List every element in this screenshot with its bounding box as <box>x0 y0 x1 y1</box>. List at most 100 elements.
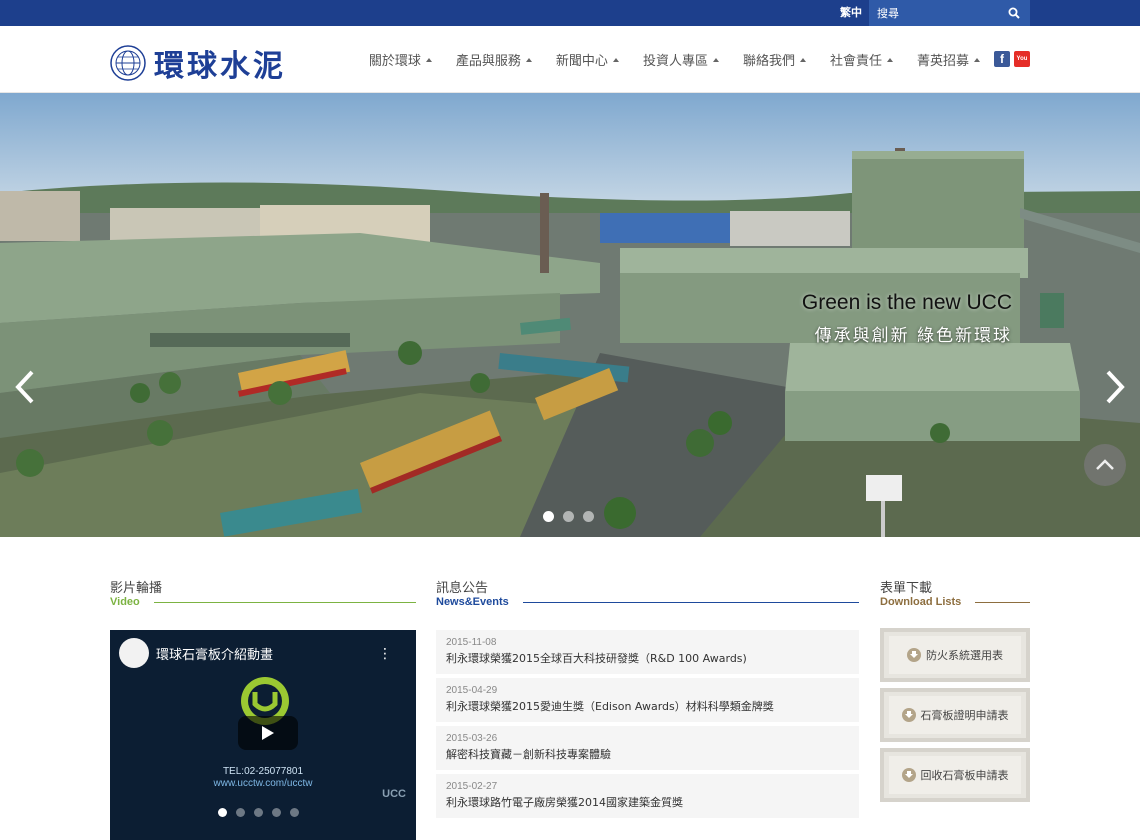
main-nav: 關於環球 產品與服務 新聞中心 投資人專區 聯絡我們 社會責任 菁英招募 <box>345 26 980 93</box>
download-label: 回收石膏板申請表 <box>920 769 1009 782</box>
chevron-up-icon <box>1096 459 1114 470</box>
news-date: 2015-02-27 <box>446 781 498 792</box>
caret-up-icon <box>612 57 619 62</box>
video-dot[interactable] <box>218 808 227 817</box>
search-box <box>869 0 1030 26</box>
hero-caption: Green is the new UCC 傳承與創新 綠色新環球 <box>802 291 1012 346</box>
site-logo[interactable]: 環球水泥 <box>110 41 286 85</box>
nav-label: 新聞中心 <box>555 54 608 69</box>
news-date: 2015-11-08 <box>446 637 497 648</box>
news-title[interactable]: 利永環球榮獲2015全球百大科技研發獎（R&D 100 Awards) <box>446 650 849 666</box>
caret-up-icon <box>525 57 532 62</box>
news-list: 2015-11-08 利永環球榮獲2015全球百大科技研發獎（R&D 100 A… <box>436 630 859 818</box>
divider <box>975 602 1030 603</box>
more-options-icon[interactable]: ⋮ <box>378 646 392 662</box>
video-url: www.ucctw.com/ucctw <box>213 778 313 789</box>
download-button[interactable]: 防火系統選用表 <box>889 636 1021 674</box>
news-title[interactable]: 解密科技寶藏－創新科技專案體驗 <box>446 746 849 762</box>
news-section: 訊息公告 News&Events 2015-11-08 利永環球榮獲2015全球… <box>436 577 859 822</box>
carousel-dot[interactable] <box>543 511 554 522</box>
hero-caption-english: Green is the new UCC <box>801 291 1012 314</box>
carousel-indicators <box>543 511 603 522</box>
logo-text: 環球水泥 <box>154 49 286 84</box>
carousel-prev-arrow-icon[interactable] <box>14 369 36 409</box>
downloads-section: 表單下載 Download Lists 防火系統選用表 石膏板證明申請表 回收石… <box>880 577 1030 808</box>
download-button[interactable]: 回收石膏板申請表 <box>889 756 1021 794</box>
news-item[interactable]: 2015-11-08 利永環球榮獲2015全球百大科技研發獎（R&D 100 A… <box>436 630 859 674</box>
nav-item-news[interactable]: 新聞中心 <box>556 50 619 69</box>
video-dot[interactable] <box>236 808 245 817</box>
caret-up-icon <box>712 57 719 62</box>
video-section: 影片輪播 Video 環球石膏板介紹動畫 ⋮ TEL:02-25077801 w… <box>110 577 416 840</box>
nav-label: 投資人專區 <box>642 54 708 69</box>
caret-up-icon <box>974 57 980 62</box>
nav-item-careers[interactable]: 菁英招募 <box>917 50 980 69</box>
news-title[interactable]: 利永環球路竹電子廠房榮獲2014國家建築金質獎 <box>446 794 849 810</box>
nav-label: 社會責任 <box>829 54 882 69</box>
nav-label: 關於環球 <box>368 54 421 69</box>
news-date: 2015-03-26 <box>446 733 498 744</box>
divider <box>522 602 859 603</box>
top-bar: 繁中 <box>0 0 1140 26</box>
video-title: 環球石膏板介紹動畫 <box>156 648 274 663</box>
video-section-header: Video <box>110 596 416 608</box>
search-icon[interactable] <box>999 0 1029 26</box>
download-item-gypsum-certificate[interactable]: 石膏板證明申請表 <box>880 688 1030 742</box>
download-button[interactable]: 石膏板證明申請表 <box>889 696 1021 734</box>
download-label: 防火系統選用表 <box>926 649 1003 662</box>
play-icon <box>262 726 274 740</box>
scroll-to-top-button[interactable] <box>1084 444 1126 486</box>
downloads-section-title: 表單下載 <box>880 581 933 596</box>
search-input[interactable] <box>869 0 999 26</box>
downloads-section-header: Download Lists <box>880 596 1030 608</box>
language-switch[interactable]: 繁中 <box>836 0 866 26</box>
play-button[interactable] <box>238 716 298 750</box>
nav-item-products[interactable]: 產品與服務 <box>456 50 532 69</box>
carousel-dot[interactable] <box>563 511 574 522</box>
caret-up-icon <box>886 57 893 62</box>
news-section-header: News&Events <box>436 596 859 608</box>
caret-up-icon <box>425 57 432 62</box>
facebook-icon[interactable]: f <box>994 51 1010 67</box>
download-label: 石膏板證明申請表 <box>920 709 1009 722</box>
downloads-section-subtitle: Download Lists <box>880 596 962 608</box>
download-list: 防火系統選用表 石膏板證明申請表 回收石膏板申請表 <box>880 628 1030 802</box>
carousel-dot[interactable] <box>583 511 594 522</box>
nav-label: 產品與服務 <box>455 54 521 69</box>
download-icon <box>901 768 916 782</box>
download-item-fire-system[interactable]: 防火系統選用表 <box>880 628 1030 682</box>
carousel-next-arrow-icon[interactable] <box>1104 369 1126 409</box>
ucc-watermark: UCC <box>382 788 406 800</box>
nav-item-investors[interactable]: 投資人專區 <box>643 50 719 69</box>
news-title[interactable]: 利永環球榮獲2015愛迪生獎（Edison Awards）材料科學類金牌獎 <box>446 698 849 714</box>
nav-item-csr[interactable]: 社會責任 <box>830 50 893 69</box>
news-section-title: 訊息公告 <box>436 581 489 596</box>
hero-caption-chinese: 傳承與創新 綠色新環球 <box>814 326 1012 346</box>
news-item[interactable]: 2015-03-26 解密科技寶藏－創新科技專案體驗 <box>436 726 859 770</box>
news-item[interactable]: 2015-04-29 利永環球榮獲2015愛迪生獎（Edison Awards）… <box>436 678 859 722</box>
video-player[interactable]: 環球石膏板介紹動畫 ⋮ TEL:02-25077801 www.ucctw.co… <box>110 630 416 840</box>
company-emblem-icon <box>110 45 146 81</box>
download-icon <box>901 708 916 722</box>
video-dot[interactable] <box>272 808 281 817</box>
news-section-subtitle: News&Events <box>436 596 509 608</box>
video-tel: TEL:02-25077801 <box>222 766 304 777</box>
video-section-subtitle: Video <box>110 596 140 608</box>
youtube-icon[interactable]: You <box>1014 51 1030 67</box>
download-item-gypsum-recycling[interactable]: 回收石膏板申請表 <box>880 748 1030 802</box>
home-content: 影片輪播 Video 環球石膏板介紹動畫 ⋮ TEL:02-25077801 w… <box>0 537 1140 840</box>
video-section-title: 影片輪播 <box>110 581 163 596</box>
video-dot[interactable] <box>254 808 263 817</box>
video-dots <box>218 808 299 817</box>
download-icon <box>907 648 921 662</box>
nav-label: 菁英招募 <box>916 54 969 69</box>
channel-logo <box>119 638 149 668</box>
hero-carousel: Green is the new UCC 傳承與創新 綠色新環球 <box>0 93 1140 537</box>
video-dot[interactable] <box>290 808 299 817</box>
nav-item-contact[interactable]: 聯絡我們 <box>743 50 806 69</box>
nav-label: 聯絡我們 <box>742 54 795 69</box>
site-header: 環球水泥 關於環球 產品與服務 新聞中心 投資人專區 聯絡我們 社會責任 菁英招… <box>0 26 1140 93</box>
nav-item-about[interactable]: 關於環球 <box>369 50 432 69</box>
social-links: f You <box>994 51 1030 67</box>
news-item[interactable]: 2015-02-27 利永環球路竹電子廠房榮獲2014國家建築金質獎 <box>436 774 859 818</box>
